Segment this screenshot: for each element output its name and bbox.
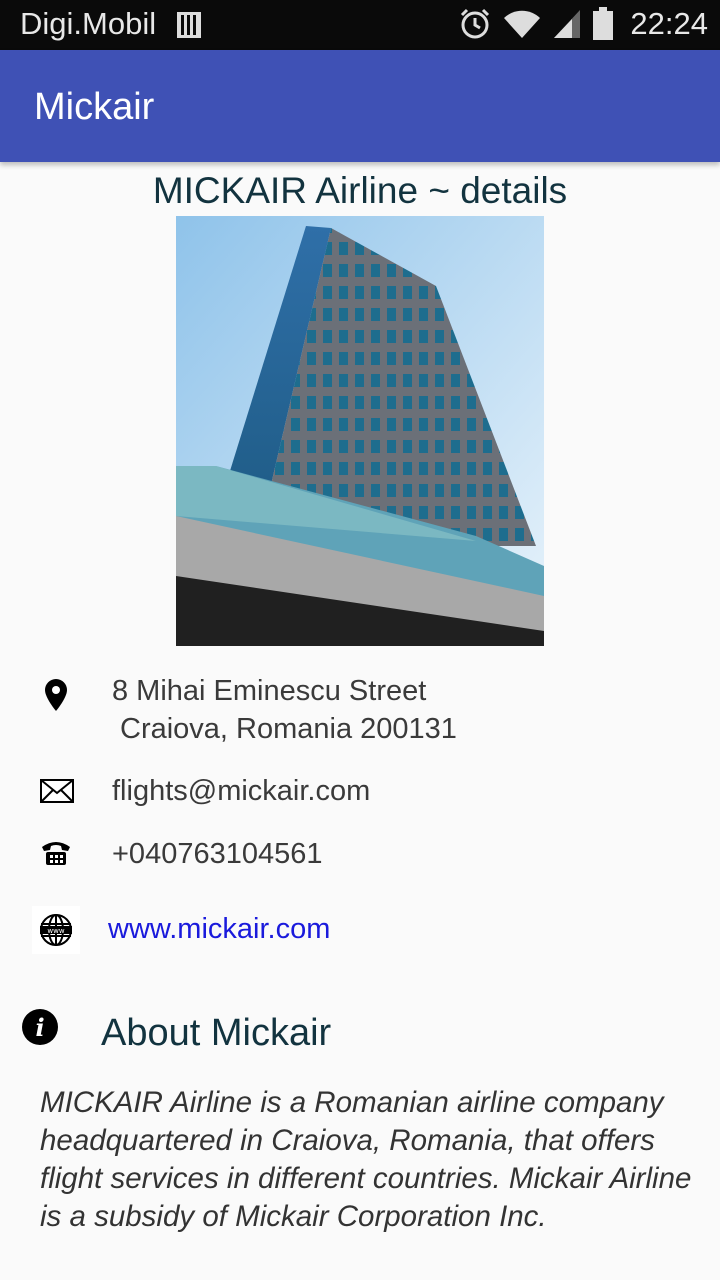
svg-text:i: i <box>35 1013 44 1042</box>
clock-time: 22:24 <box>630 6 708 41</box>
info-icon: i <box>22 1009 58 1045</box>
telephone-icon <box>42 842 70 865</box>
phone-text[interactable]: +040763104561 <box>112 835 322 873</box>
app-title: Mickair <box>34 86 155 128</box>
app-bar: Mickair <box>0 50 720 162</box>
svg-text:www: www <box>47 927 64 935</box>
alarm-icon <box>461 8 490 39</box>
wifi-icon <box>504 10 541 38</box>
about-description: MICKAIR Airline is a Romanian airline co… <box>40 1086 692 1233</box>
status-bar: Digi.Mobil 22:24 <box>0 0 720 50</box>
headquarters-photo <box>176 216 544 646</box>
battery-icon <box>593 7 614 40</box>
signal-icon <box>554 10 581 38</box>
envelope-icon <box>40 779 74 803</box>
about-heading: About Mickair <box>101 1012 332 1054</box>
address-text: 8 Mihai Eminescu Street Craiova, Romania… <box>112 672 457 748</box>
globe-www-icon: www <box>32 906 80 954</box>
website-link[interactable]: www.mickair.com <box>108 910 330 948</box>
details-title: MICKAIR Airline ~ details <box>152 170 568 211</box>
address-line-1: 8 Mihai Eminescu Street <box>112 675 427 707</box>
location-pin-icon <box>45 679 67 711</box>
address-line-2: Craiova, Romania 200131 <box>120 713 457 745</box>
sim-card-icon <box>177 12 201 38</box>
carrier-name: Digi.Mobil <box>20 6 157 41</box>
email-text[interactable]: flights@mickair.com <box>112 772 370 810</box>
